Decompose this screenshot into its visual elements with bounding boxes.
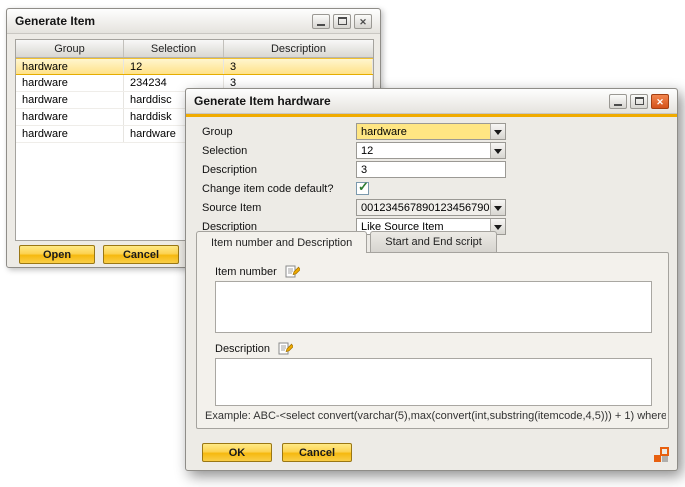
ok-button[interactable]: OK — [202, 443, 272, 462]
item-number-textarea[interactable] — [215, 281, 652, 333]
item-number-description-panel: Item number Description — [196, 252, 669, 429]
change-item-code-checkbox[interactable] — [356, 182, 369, 195]
chevron-down-icon[interactable] — [490, 124, 505, 139]
front-window-title: Generate Item hardware — [194, 94, 331, 108]
back-window-title: Generate Item — [15, 14, 95, 28]
cell-description: 3 — [224, 59, 373, 74]
minimize-icon — [614, 104, 622, 106]
selection-dropdown[interactable]: 12 — [356, 142, 506, 159]
table-row[interactable]: hardware 12 3 — [16, 58, 373, 75]
column-header-group[interactable]: Group — [16, 40, 124, 57]
source-item-value: 00123456789012345679012345 — [357, 200, 490, 215]
cell-group: hardware — [16, 109, 124, 125]
cell-group: hardware — [16, 59, 124, 74]
minimize-button[interactable] — [312, 14, 330, 29]
open-button[interactable]: Open — [19, 245, 95, 264]
column-header-selection[interactable]: Selection — [124, 40, 224, 57]
front-window-titlebar[interactable]: Generate Item hardware — [186, 89, 677, 114]
cancel-button[interactable]: Cancel — [282, 443, 352, 462]
description-textarea[interactable] — [215, 358, 652, 406]
source-item-dropdown[interactable]: 00123456789012345679012345 — [356, 199, 506, 216]
table-header-row: Group Selection Description — [16, 40, 373, 58]
chevron-down-icon[interactable] — [490, 200, 505, 215]
group-value: hardware — [357, 124, 490, 139]
group-dropdown[interactable]: hardware — [356, 123, 506, 140]
group-label: Group — [202, 123, 233, 140]
cancel-button[interactable]: Cancel — [103, 245, 179, 264]
minimize-icon — [317, 24, 325, 26]
column-header-description[interactable]: Description — [224, 40, 373, 57]
close-icon — [656, 92, 664, 110]
desktop: Generate Item Group Selection Descriptio… — [0, 0, 685, 487]
selection-label: Selection — [202, 142, 247, 159]
source-item-label: Source Item — [202, 199, 261, 216]
close-icon — [359, 12, 367, 30]
back-window-titlebar[interactable]: Generate Item — [7, 9, 380, 34]
tab-strip: Item number and Description Start and En… — [196, 231, 500, 252]
cell-group: hardware — [16, 92, 124, 108]
description-label: Description — [202, 161, 257, 178]
edit-icon[interactable] — [278, 341, 293, 356]
maximize-icon — [635, 97, 644, 105]
cell-group: hardware — [16, 126, 124, 142]
chevron-down-icon[interactable] — [490, 143, 505, 158]
front-window-controls — [609, 94, 669, 109]
item-number-label: Item number — [215, 266, 277, 278]
edit-icon[interactable] — [285, 264, 300, 279]
maximize-button[interactable] — [333, 14, 351, 29]
description-input[interactable] — [356, 161, 506, 178]
titlebar-accent-stripe — [186, 114, 677, 117]
change-item-code-label: Change item code default? — [202, 180, 333, 197]
close-button[interactable] — [354, 14, 372, 29]
item-number-section-label: Item number — [215, 264, 300, 279]
maximize-icon — [338, 17, 347, 25]
cell-selection: 12 — [124, 59, 224, 74]
generate-item-hardware-window: Generate Item hardware Group hardware Se… — [185, 88, 678, 471]
resize-grip-icon[interactable] — [653, 447, 669, 463]
tab-start-and-end-script[interactable]: Start and End script — [370, 231, 497, 252]
selection-value: 12 — [357, 143, 490, 158]
example-hint-text: Example: ABC-<select convert(varchar(5),… — [205, 410, 666, 422]
minimize-button[interactable] — [609, 94, 627, 109]
cell-group: hardware — [16, 75, 124, 91]
description-label: Description — [215, 343, 270, 355]
back-window-controls — [312, 14, 372, 29]
tab-item-number-and-description[interactable]: Item number and Description — [196, 231, 367, 253]
maximize-button[interactable] — [630, 94, 648, 109]
close-button[interactable] — [651, 94, 669, 109]
description-section-label: Description — [215, 341, 293, 356]
